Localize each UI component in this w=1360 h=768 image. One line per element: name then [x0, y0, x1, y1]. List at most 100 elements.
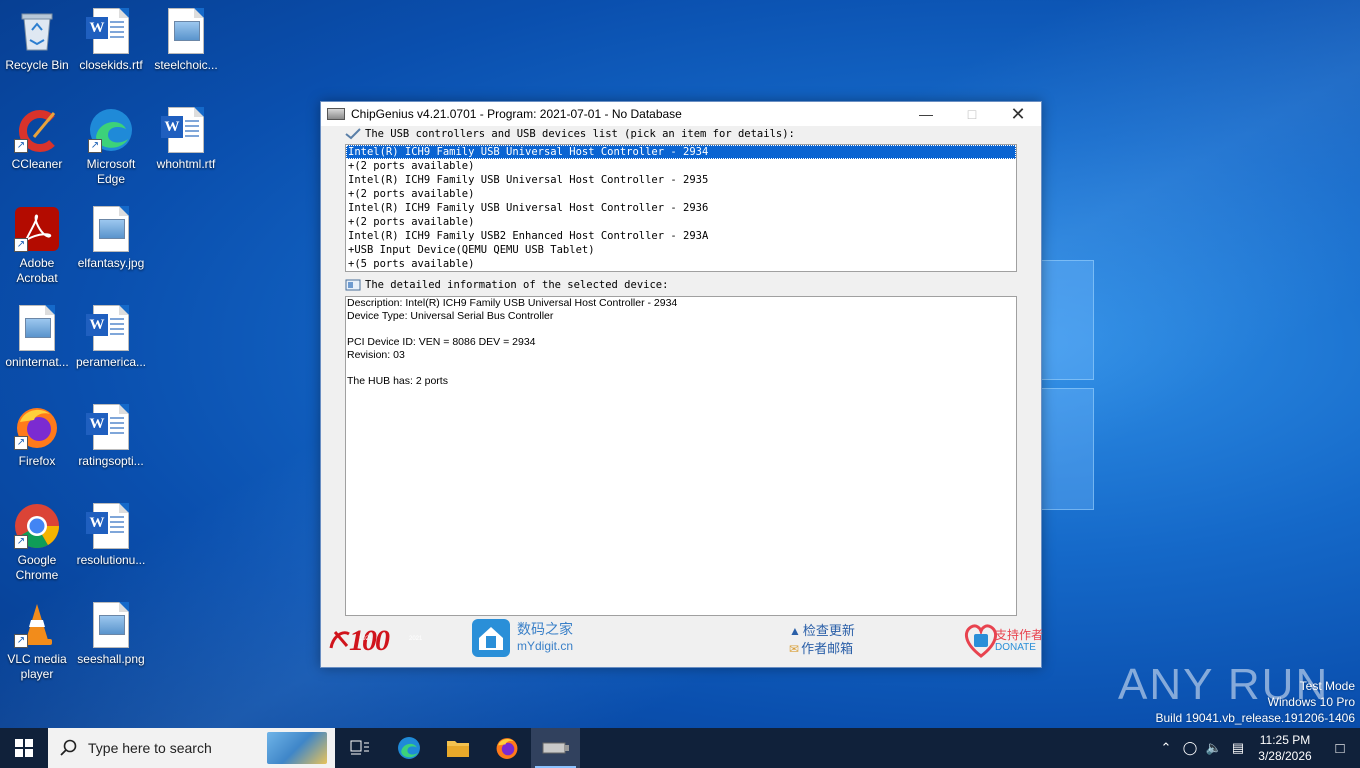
list-item[interactable]: +USB Input Device(QEMU QEMU USB Tablet): [346, 243, 1016, 257]
window-titlebar[interactable]: ChipGenius v4.21.0701 - Program: 2021-07…: [321, 102, 1041, 126]
chrome-icon: ↗: [14, 503, 60, 549]
desktop-icon-label: elfantasy.jpg: [77, 256, 145, 270]
ccleaner-icon: ↗: [14, 107, 60, 153]
detail-header: The detailed information of the selected…: [345, 279, 668, 291]
desktop-icon-ccleaner[interactable]: ↗ CCleaner: [0, 107, 74, 172]
usb-drive-icon: [542, 742, 569, 754]
shortcut-arrow-icon: ↗: [14, 139, 28, 153]
shortcut-arrow-icon: ↗: [14, 238, 28, 252]
desktop-icon-steelchoic[interactable]: steelchoic...: [149, 8, 223, 73]
site-url: mYdigit.cn: [517, 639, 574, 653]
folder-icon: [446, 741, 469, 757]
envelope-icon: ✉: [789, 642, 800, 656]
desktop-icon-ratingsopti[interactable]: W ratingsopti...: [74, 404, 148, 469]
desktop-icon-label: Recycle Bin: [5, 58, 69, 72]
volume-icon[interactable]: 🔈: [1202, 740, 1226, 756]
taskbar-chipgenius[interactable]: [531, 728, 580, 768]
desktop-icon-elfantasy[interactable]: elfantasy.jpg: [74, 206, 148, 271]
list-item[interactable]: +(2 ports available): [346, 215, 1016, 229]
network-icon[interactable]: ▤: [1226, 740, 1250, 756]
edge-icon: ↗: [88, 107, 134, 153]
info-panel-icon: [345, 279, 361, 291]
author-email-label: 作者邮箱: [801, 641, 854, 656]
desktop-icon-label: steelchoic...: [154, 58, 218, 72]
close-button[interactable]: ✕: [995, 102, 1041, 126]
detail-header-label: The detailed information of the selected…: [365, 279, 669, 291]
search-highlight-image: [267, 732, 327, 764]
desktop-icon-google-chrome[interactable]: ↗ Google Chrome: [0, 503, 74, 583]
mydigit-link[interactable]: 数码之家 mYdigit.cn: [471, 618, 573, 658]
anyrun-brand: ANY RUN: [1118, 660, 1330, 709]
list-item[interactable]: +(2 ports available): [346, 187, 1016, 201]
badge-year-right: 2021: [409, 636, 423, 642]
detail-hub: The HUB has: 2 ports: [347, 375, 448, 387]
desktop-icon-firefox[interactable]: ↗ Firefox: [0, 404, 74, 469]
shortcut-arrow-icon: ↗: [14, 535, 28, 549]
taskbar-clock[interactable]: 11:25 PM 3/28/2026: [1250, 732, 1320, 764]
taskbar-edge[interactable]: [384, 728, 433, 768]
desktop-icon-vlc[interactable]: ↗ VLC media player: [0, 602, 74, 682]
desktop-icon-microsoft-edge[interactable]: ↗ Microsoft Edge: [74, 107, 148, 187]
maximize-button: □: [967, 106, 977, 122]
desktop-icon-label: CCleaner: [11, 157, 63, 171]
start-button[interactable]: [0, 728, 48, 768]
taskbar-file-explorer[interactable]: [433, 728, 482, 768]
donate-label: DONATE: [995, 642, 1036, 653]
meet-now-icon[interactable]: ◯: [1178, 740, 1202, 756]
list-item[interactable]: +(2 ports available): [346, 159, 1016, 173]
minimize-button[interactable]: —: [903, 102, 949, 126]
desktop-icon-label: VLC media player: [7, 652, 67, 681]
desktop-icon-label: closekids.rtf: [79, 58, 143, 72]
list-item[interactable]: Intel(R) ICH9 Family USB Universal Host …: [346, 173, 1016, 187]
desktop-icon-adobe-acrobat[interactable]: ↗ Adobe Acrobat: [0, 206, 74, 286]
desktop-icon-peramerica[interactable]: W peramerica...: [74, 305, 148, 370]
task-view-button[interactable]: [335, 728, 384, 768]
search-placeholder: Type here to search: [88, 740, 212, 756]
clock-time: 11:25 PM: [1259, 733, 1311, 747]
checkmark-icon: [345, 128, 361, 140]
list-item[interactable]: Intel(R) ICH9 Family USB2 Enhanced Host …: [346, 229, 1016, 243]
desktop-icon-whohtml[interactable]: W whohtml.rtf: [149, 107, 223, 172]
word-document-icon: W: [161, 107, 209, 153]
desktop-icon-closekids[interactable]: W closekids.rtf: [74, 8, 148, 73]
list-item[interactable]: Intel(R) ICH9 Family USB Universal Host …: [346, 145, 1016, 159]
desktop-icon-label: whohtml.rtf: [156, 157, 216, 171]
check-update-label: 检查更新: [802, 623, 855, 638]
check-update-link[interactable]: ▲ 检查更新: [789, 622, 855, 640]
shortcut-arrow-icon: ↗: [14, 634, 28, 648]
windows-logo-icon: [15, 739, 33, 757]
update-links: ▲ 检查更新 ✉ 作者邮箱: [789, 622, 855, 658]
device-list[interactable]: Intel(R) ICH9 Family USB Universal Host …: [345, 144, 1017, 272]
author-email-link[interactable]: ✉ 作者邮箱: [789, 640, 855, 658]
firefox-icon: ↗: [14, 404, 60, 450]
word-document-icon: W: [86, 8, 134, 54]
desktop-icon-recycle-bin[interactable]: Recycle Bin: [0, 8, 74, 73]
list-item[interactable]: +(5 ports available): [346, 257, 1016, 271]
chipgenius-window: ChipGenius v4.21.0701 - Program: 2021-07…: [320, 101, 1043, 668]
search-icon: [60, 739, 77, 756]
desktop-icon-label: Adobe Acrobat: [16, 256, 58, 285]
desktop-icon-label: peramerica...: [75, 355, 147, 369]
detail-revision: Revision: 03: [347, 349, 405, 361]
window-footer: 100 1921 2021 数码之家 mYdigit.cn ▲ 检查更新 ✉ 作…: [321, 614, 1043, 666]
taskbar-search[interactable]: Type here to search: [48, 728, 335, 768]
notification-icon[interactable]: □: [1320, 740, 1360, 757]
image-file-icon: [14, 305, 60, 351]
site-name: 数码之家: [517, 621, 573, 637]
desktop-icon-oninternat[interactable]: oninternat...: [0, 305, 74, 370]
taskbar-firefox[interactable]: [482, 728, 531, 768]
desktop-icon-label: ratingsopti...: [78, 454, 144, 468]
donate-link[interactable]: 支持作者 DONATE: [961, 620, 1043, 662]
desktop-icon-label: Microsoft Edge: [86, 157, 136, 186]
device-list-header-label: The USB controllers and USB devices list…: [365, 128, 795, 140]
mydigit-logo-icon: [472, 619, 510, 657]
desktop-icon-resolutionu[interactable]: W resolutionu...: [74, 503, 148, 568]
desktop-icon-seeshall[interactable]: seeshall.png: [74, 602, 148, 667]
device-details[interactable]: Description: Intel(R) ICH9 Family USB Un…: [345, 296, 1017, 616]
desktop-icon-label: resolutionu...: [76, 553, 146, 567]
chevron-up-icon[interactable]: ⌃: [1154, 740, 1178, 756]
task-view-icon: [350, 740, 369, 755]
list-item[interactable]: Intel(R) ICH9 Family USB Universal Host …: [346, 201, 1016, 215]
desktop-icon-label: seeshall.png: [77, 652, 145, 666]
anniversary-badge: 100 1921 2021: [327, 618, 441, 662]
